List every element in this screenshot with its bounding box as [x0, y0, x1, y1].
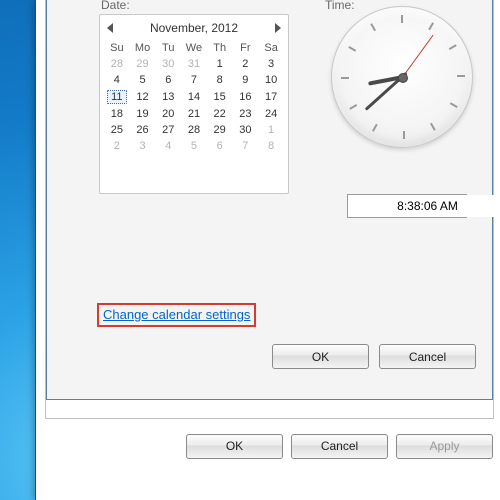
calendar-day[interactable]: 8	[207, 72, 233, 88]
clock-tick	[341, 77, 349, 79]
chevron-left-icon	[107, 23, 115, 33]
calendar-dow: Fr	[233, 40, 259, 56]
calendar-day[interactable]: 26	[130, 122, 156, 138]
date-time-dialog: Date: Time: November, 2012 SuMoTuW	[46, 0, 493, 400]
calendar-day[interactable]: 17	[258, 88, 284, 106]
calendar-day[interactable]: 11	[104, 88, 130, 106]
outer-ok-button[interactable]: OK	[186, 434, 283, 459]
clock-center-pin	[398, 73, 408, 83]
calendar-dow: Sa	[258, 40, 284, 56]
calendar-day[interactable]: 22	[207, 106, 233, 122]
change-calendar-settings-link[interactable]: Change calendar settings	[103, 307, 250, 322]
clock-tick	[403, 131, 405, 139]
calendar-day[interactable]: 9	[233, 72, 259, 88]
date-section-label: Date:	[101, 0, 130, 12]
calendar-prev-button[interactable]	[104, 21, 118, 35]
calendar-day[interactable]: 2	[233, 56, 259, 72]
calendar-day[interactable]: 21	[181, 106, 207, 122]
clock-tick	[348, 46, 356, 52]
calendar-day[interactable]: 3	[258, 56, 284, 72]
calendar-grid: SuMoTuWeThFrSa 2829303112345678910111213…	[104, 40, 284, 154]
calendar-day[interactable]: 27	[155, 122, 181, 138]
calendar-day[interactable]: 12	[130, 88, 156, 106]
calendar-day[interactable]: 3	[130, 138, 156, 154]
calendar-day[interactable]: 25	[104, 122, 130, 138]
calendar-day[interactable]: 24	[258, 106, 284, 122]
desktop-background: Date: Time: November, 2012 SuMoTuW	[0, 0, 500, 500]
clock-tick	[401, 15, 403, 23]
calendar-day[interactable]: 14	[181, 88, 207, 106]
calendar-day[interactable]: 20	[155, 106, 181, 122]
time-field[interactable]	[348, 195, 500, 217]
analog-clock	[327, 6, 477, 156]
calendar-day[interactable]: 10	[258, 72, 284, 88]
calendar-day[interactable]: 28	[104, 56, 130, 72]
clock-tick	[370, 23, 376, 31]
calendar-day[interactable]: 7	[181, 72, 207, 88]
clock-tick	[449, 44, 457, 50]
calendar-day[interactable]: 28	[181, 122, 207, 138]
properties-dialog: Date: Time: November, 2012 SuMoTuW	[35, 0, 500, 500]
clock-tick	[430, 123, 436, 131]
clock-tick	[428, 22, 434, 30]
chevron-right-icon	[273, 23, 281, 33]
calendar-day[interactable]: 5	[181, 138, 207, 154]
outer-apply-button[interactable]: Apply	[396, 434, 493, 459]
calendar-day[interactable]: 1	[207, 56, 233, 72]
calendar-day[interactable]: 1	[258, 122, 284, 138]
calendar-day[interactable]: 30	[155, 56, 181, 72]
clock-tick	[349, 104, 357, 110]
calendar-day[interactable]: 23	[233, 106, 259, 122]
calendar-title[interactable]: November, 2012	[118, 21, 270, 35]
time-input[interactable]	[347, 194, 467, 218]
calendar-next-button[interactable]	[270, 21, 284, 35]
calendar-day[interactable]: 16	[233, 88, 259, 106]
calendar-day[interactable]: 2	[104, 138, 130, 154]
calendar-day[interactable]: 6	[155, 72, 181, 88]
calendar-day[interactable]: 4	[155, 138, 181, 154]
calendar-day[interactable]: 19	[130, 106, 156, 122]
calendar-dow: Tu	[155, 40, 181, 56]
cancel-button[interactable]: Cancel	[379, 344, 476, 369]
clock-tick	[372, 124, 378, 132]
annotation-highlight: Change calendar settings	[97, 303, 256, 327]
tab-pane: Date: Time: November, 2012 SuMoTuW	[45, 0, 494, 419]
calendar-day[interactable]: 18	[104, 106, 130, 122]
calendar-day[interactable]: 30	[233, 122, 259, 138]
ok-button[interactable]: OK	[272, 344, 369, 369]
clock-tick	[457, 75, 465, 77]
calendar-day[interactable]: 29	[130, 56, 156, 72]
calendar[interactable]: November, 2012 SuMoTuWeThFrSa 2829303112…	[99, 14, 289, 194]
calendar-dow: Su	[104, 40, 130, 56]
calendar-day[interactable]: 8	[258, 138, 284, 154]
calendar-day[interactable]: 4	[104, 72, 130, 88]
calendar-day[interactable]: 5	[130, 72, 156, 88]
calendar-dow: We	[181, 40, 207, 56]
calendar-day[interactable]: 13	[155, 88, 181, 106]
calendar-dow: Th	[207, 40, 233, 56]
clock-tick	[450, 102, 458, 108]
outer-dialog-buttons: OK Cancel Apply	[36, 428, 500, 464]
calendar-day[interactable]: 15	[207, 88, 233, 106]
calendar-dow: Mo	[130, 40, 156, 56]
calendar-day[interactable]: 29	[207, 122, 233, 138]
outer-cancel-button[interactable]: Cancel	[291, 434, 388, 459]
calendar-day[interactable]: 6	[207, 138, 233, 154]
calendar-day[interactable]: 31	[181, 56, 207, 72]
calendar-day[interactable]: 7	[233, 138, 259, 154]
